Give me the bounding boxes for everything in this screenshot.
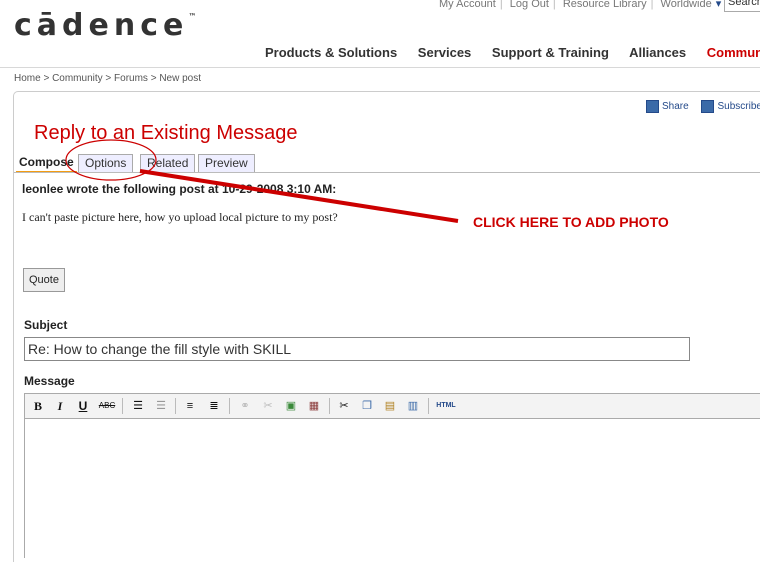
toolbar-separator: [122, 398, 123, 414]
strikethrough-button[interactable]: ABC: [97, 398, 117, 414]
tab-preview[interactable]: Preview: [198, 154, 255, 173]
outdent-icon[interactable]: ☰: [130, 398, 146, 414]
nav-services[interactable]: Services: [418, 45, 472, 60]
share-icon[interactable]: [646, 100, 659, 113]
insert-table-icon[interactable]: ▦: [306, 398, 322, 414]
original-post-text: I can't paste picture here, how yo uploa…: [22, 210, 338, 224]
subscribe-icon[interactable]: [701, 100, 715, 113]
page-title: Reply to an Existing Message: [34, 122, 298, 144]
nav-community[interactable]: Community: [707, 45, 760, 60]
message-label: Message: [24, 374, 75, 388]
numbered-list-icon[interactable]: ≣: [206, 398, 222, 414]
indent-icon[interactable]: ☰: [153, 398, 169, 414]
paste-word-icon[interactable]: ▥: [405, 398, 421, 414]
underline-button[interactable]: U: [75, 398, 91, 414]
nav-support-training[interactable]: Support & Training: [492, 45, 609, 60]
cadence-logo[interactable]: cādence™: [14, 8, 196, 43]
toolbar-separator: [175, 398, 176, 414]
copy-icon[interactable]: ❐: [359, 398, 375, 414]
bold-button[interactable]: B: [30, 398, 46, 414]
nav-alliances[interactable]: Alliances: [629, 45, 686, 60]
paste-icon[interactable]: ▤: [382, 398, 398, 414]
share-actions: Share Subscribe: [646, 100, 760, 113]
worldwide-link[interactable]: Worldwide: [661, 0, 712, 10]
quote-button[interactable]: Quote: [23, 268, 65, 292]
resource-library-link[interactable]: Resource Library: [563, 0, 647, 10]
subscribe-link[interactable]: Subscribe: [717, 101, 760, 112]
subject-input[interactable]: Re: How to change the fill style with SK…: [24, 337, 690, 361]
breadcrumb[interactable]: Home > Community > Forums > New post: [14, 73, 201, 84]
tab-options[interactable]: Options: [78, 154, 134, 173]
cut-icon[interactable]: ✂: [336, 398, 352, 414]
utility-links: My Account | Log Out | Resource Library | W…: [439, 0, 722, 10]
main-nav: Products & Solutions Services Support & …: [265, 45, 760, 60]
toolbar-separator: [229, 398, 230, 414]
subject-label: Subject: [24, 318, 68, 332]
nav-divider: [0, 67, 760, 68]
tab-divider: [14, 172, 760, 173]
toolbar-separator: [428, 398, 429, 414]
original-post-header: leonlee wrote the following post at 10-2…: [22, 182, 337, 196]
my-account-link[interactable]: My Account: [439, 0, 496, 10]
link-icon[interactable]: ⚭: [237, 398, 253, 414]
search-input[interactable]: Search: [724, 0, 760, 12]
message-editor[interactable]: [24, 418, 760, 558]
tab-compose[interactable]: Compose: [16, 154, 77, 173]
unlink-icon[interactable]: ✂: [260, 398, 276, 414]
annotation-click-note: CLICK HERE TO ADD PHOTO: [473, 214, 669, 230]
html-source-button[interactable]: HTML: [434, 398, 458, 414]
share-link[interactable]: Share: [662, 101, 689, 112]
log-out-link[interactable]: Log Out: [510, 0, 549, 10]
editor-toolbar: B I U ABC ☰ ☰ ≡ ≣ ⚭ ✂ ▣ ▦ ✂ ❐ ▤ ▥ HTML: [24, 393, 760, 419]
insert-image-icon[interactable]: ▣: [283, 398, 299, 414]
toolbar-separator: [329, 398, 330, 414]
italic-button[interactable]: I: [52, 398, 68, 414]
chevron-down-icon: ▾: [715, 0, 722, 10]
nav-products-solutions[interactable]: Products & Solutions: [265, 45, 397, 60]
bullet-list-icon[interactable]: ≡: [182, 398, 198, 414]
tab-related[interactable]: Related: [140, 154, 196, 173]
